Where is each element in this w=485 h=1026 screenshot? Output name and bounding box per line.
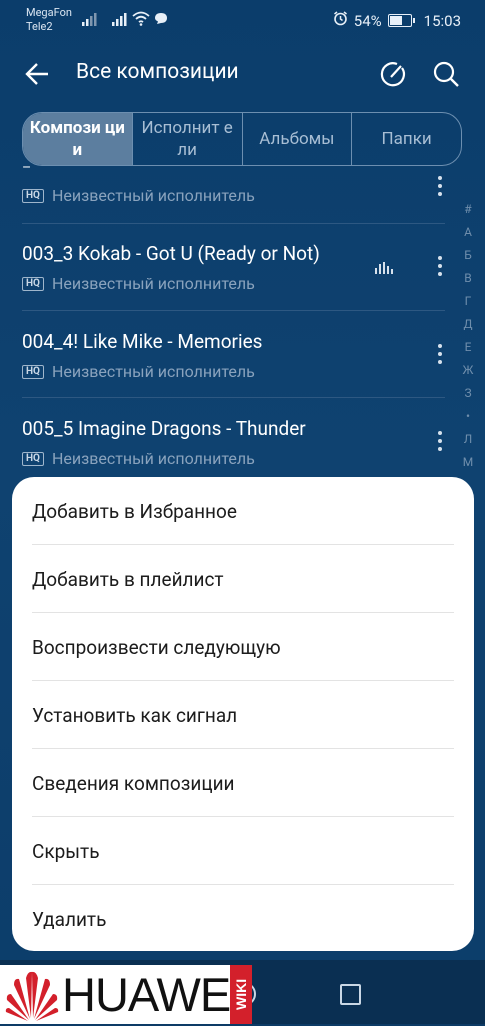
song-artist-line: HQ Неизвестный исполнитель: [22, 186, 255, 205]
status-bar: MegaFon Tele2 54% 15:03: [0, 0, 485, 40]
clock: 15:03: [423, 11, 461, 30]
watermark-brand: HUAWEI: [62, 968, 243, 1021]
tab-albums[interactable]: Альбомы: [243, 113, 353, 165]
song-title: 004_4! Like Mike - Memories: [22, 330, 263, 353]
song-artist-line: HQ Неизвестный исполнитель: [22, 449, 255, 468]
more-options-icon[interactable]: [435, 176, 445, 196]
huawei-logo-icon: [4, 968, 60, 1022]
menu-delete[interactable]: Удалить: [32, 885, 454, 953]
alpha-letter[interactable]: •: [461, 405, 475, 428]
song-title: –: [22, 160, 32, 176]
search-icon[interactable]: [428, 56, 464, 92]
more-options-icon[interactable]: [435, 431, 445, 451]
battery-percent: 54%: [353, 11, 382, 30]
alpha-letter[interactable]: А: [461, 221, 475, 244]
tab-artists[interactable]: Исполнит ели: [133, 113, 243, 165]
list-divider: [22, 397, 445, 398]
list-divider: [22, 310, 445, 311]
song-artist: Неизвестный исполнитель: [51, 362, 255, 381]
menu-song-info[interactable]: Сведения композиции: [32, 749, 454, 817]
toolbar: Все композиции: [0, 52, 485, 96]
signal-2-icon: [112, 12, 128, 26]
song-artist-line: HQ Неизвестный исполнитель: [22, 274, 255, 293]
alpha-letter[interactable]: Л: [461, 428, 475, 451]
hq-badge: HQ: [22, 451, 44, 466]
wifi-icon: [132, 11, 150, 26]
signal-1-icon: [82, 12, 98, 26]
song-title: 005_5 Imagine Dragons - Thunder: [22, 417, 306, 440]
menu-play-next[interactable]: Воспроизвести следующую: [32, 613, 454, 681]
now-playing-icon: [375, 262, 393, 274]
tab-folders[interactable]: Папки: [352, 113, 461, 165]
list-divider: [22, 223, 445, 224]
huawei-wiki-watermark: HUAWEI WIKI: [0, 965, 252, 1024]
alpha-letter[interactable]: Г: [461, 290, 475, 313]
battery-icon: [387, 14, 415, 27]
song-artist-line: HQ Неизвестный исполнитель: [22, 362, 255, 381]
alpha-letter[interactable]: Б: [461, 244, 475, 267]
song-artist: Неизвестный исполнитель: [51, 274, 255, 293]
alphabet-index[interactable]: # А Б В Г Д Е Ж З • Л М: [461, 198, 475, 474]
more-options-icon[interactable]: [435, 256, 445, 276]
context-menu-sheet: Добавить в Избранное Добавить в плейлист…: [12, 477, 474, 951]
alpha-letter[interactable]: З: [461, 382, 475, 405]
hq-badge: HQ: [22, 364, 44, 379]
more-options-icon[interactable]: [435, 344, 445, 364]
song-artist: Неизвестный исполнитель: [51, 186, 255, 205]
back-arrow-icon[interactable]: [20, 56, 56, 92]
song-title: 003_3 Kokab - Got U (Ready or Not): [22, 242, 320, 265]
music-app: MegaFon Tele2 54% 15:03 Все композиции К…: [0, 0, 485, 1024]
menu-set-as-ringtone[interactable]: Установить как сигнал: [32, 681, 454, 749]
carrier-names: MegaFon Tele2: [26, 6, 72, 34]
page-title: Все композиции: [76, 60, 239, 84]
alpha-letter[interactable]: #: [461, 198, 475, 221]
edit-icon[interactable]: [375, 56, 411, 92]
category-tabs: Компози ции Исполнит ели Альбомы Папки: [22, 112, 462, 166]
alpha-letter[interactable]: М: [461, 451, 475, 474]
hq-badge: HQ: [22, 188, 44, 203]
tab-songs[interactable]: Компози ции: [23, 113, 133, 165]
menu-add-to-playlist[interactable]: Добавить в плейлист: [32, 545, 454, 613]
song-artist: Неизвестный исполнитель: [51, 449, 255, 468]
menu-add-to-favorites[interactable]: Добавить в Избранное: [32, 477, 454, 545]
status-right: 54% 15:03: [333, 11, 461, 30]
recent-apps-button[interactable]: [340, 984, 361, 1005]
alarm-icon: [333, 11, 348, 30]
alpha-letter[interactable]: Ж: [461, 359, 475, 382]
message-icon: [154, 12, 168, 25]
alpha-letter[interactable]: Д: [461, 313, 475, 336]
carrier-2: Tele2: [26, 20, 53, 33]
watermark-tag: WIKI: [230, 965, 252, 1024]
carrier-1: MegaFon: [26, 6, 72, 19]
menu-hide[interactable]: Скрыть: [32, 817, 454, 885]
alpha-letter[interactable]: Е: [461, 336, 475, 359]
alpha-letter[interactable]: В: [461, 267, 475, 290]
hq-badge: HQ: [22, 276, 44, 291]
